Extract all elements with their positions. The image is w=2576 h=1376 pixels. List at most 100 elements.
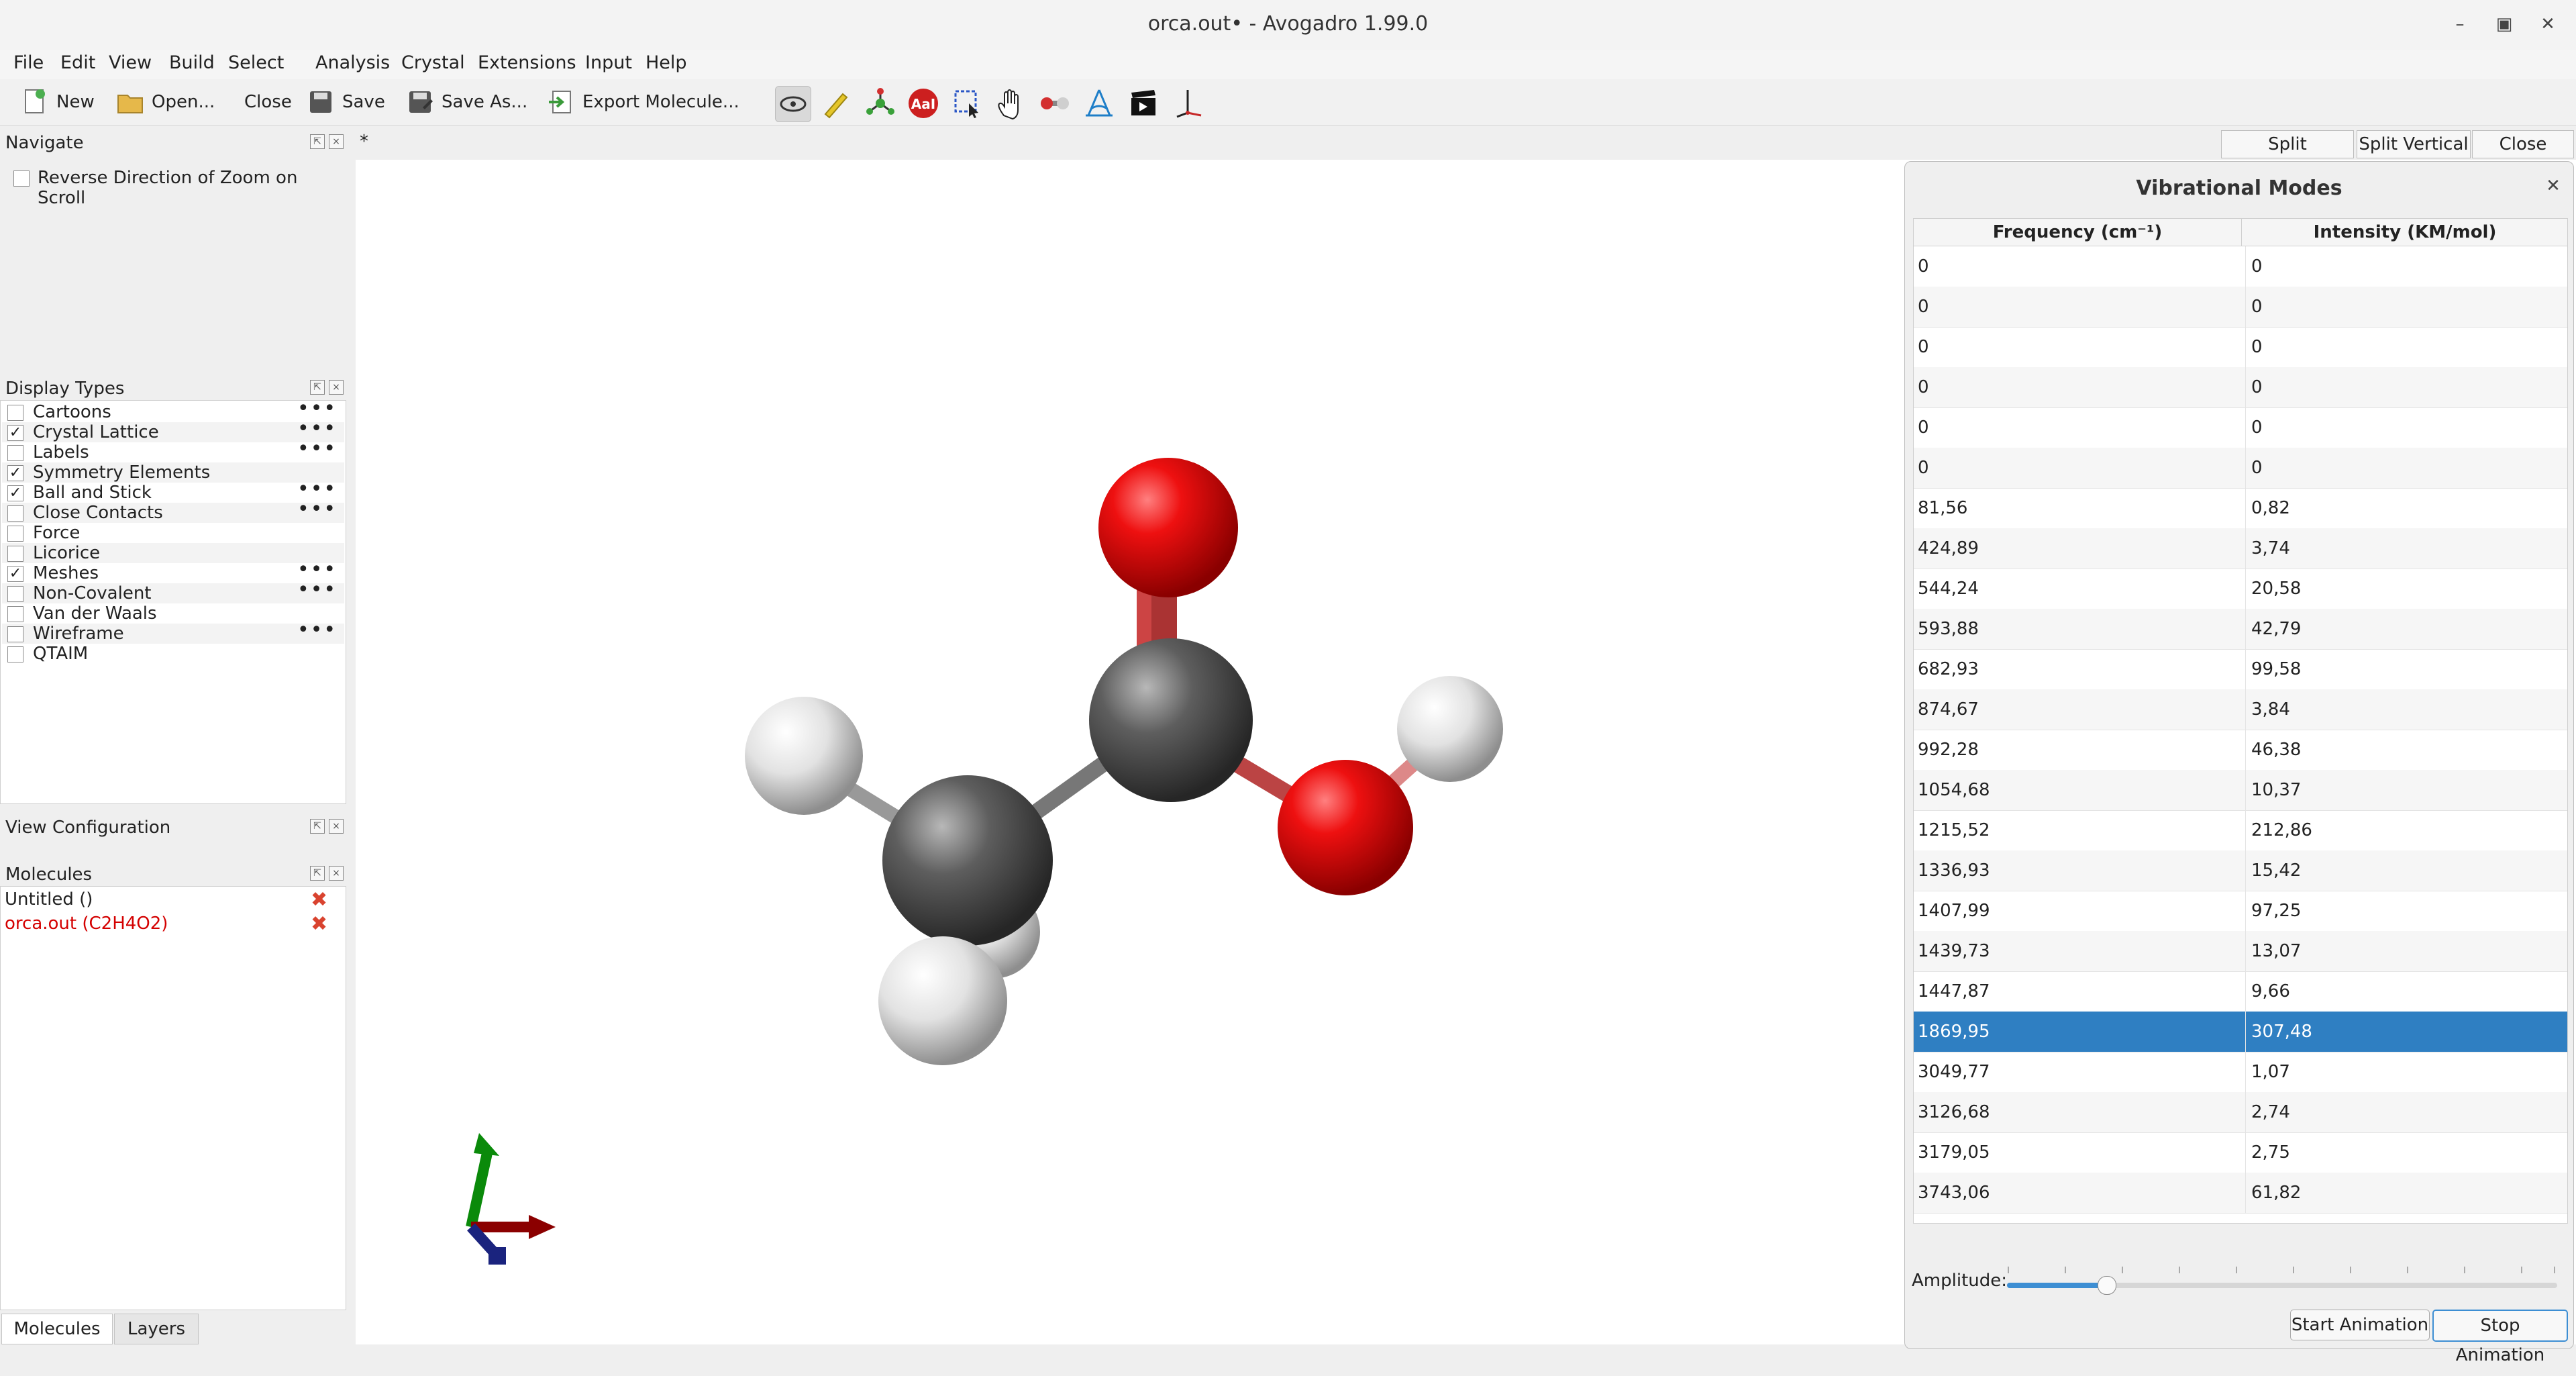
save-as-button[interactable]: Save As... <box>405 85 527 119</box>
display-type-checkbox[interactable]: ✓ <box>7 465 23 481</box>
column-header-frequency[interactable]: Frequency (cm⁻¹) <box>1914 219 2241 246</box>
new-button[interactable]: New <box>20 85 95 119</box>
atom-oxygen[interactable] <box>1098 458 1238 597</box>
table-row[interactable]: 3743,06 61,82 <box>1914 1173 2567 1214</box>
display-type-checkbox[interactable]: ✓ <box>7 485 23 501</box>
remove-molecule-icon[interactable]: ✖ <box>311 912 327 936</box>
template-tool[interactable] <box>863 86 898 121</box>
molecule-item-active[interactable]: orca.out (C2H4O2) ✖ <box>5 912 340 936</box>
float-dock-icon[interactable]: ⇱ <box>310 819 325 834</box>
menu-file[interactable]: File <box>13 52 44 73</box>
display-type-row[interactable]: Wireframe ••• <box>2 618 344 644</box>
animation-tool[interactable] <box>1126 86 1161 121</box>
table-row[interactable]: 1336,93 15,42 <box>1914 850 2567 891</box>
molecule-item[interactable]: Untitled () ✖ <box>5 888 340 912</box>
float-dock-icon[interactable]: ⇱ <box>310 134 325 149</box>
split-vertical-button[interactable]: Split Vertical <box>2357 130 2471 158</box>
table-row[interactable]: 00 <box>1914 367 2567 408</box>
atom-carbon[interactable] <box>882 775 1053 946</box>
close-dialog-icon[interactable]: ✕ <box>2542 175 2564 197</box>
settings-dots-icon[interactable]: ••• <box>297 618 337 642</box>
open-button[interactable]: Open... <box>115 85 215 119</box>
start-animation-button[interactable]: Start Animation <box>2290 1310 2430 1340</box>
display-type-row[interactable]: Cartoons ••• <box>2 397 344 422</box>
settings-dots-icon[interactable]: ••• <box>297 578 337 601</box>
table-row[interactable]: 00 <box>1914 287 2567 328</box>
table-row[interactable]: 00 <box>1914 448 2567 489</box>
display-type-row[interactable]: QTAIM <box>2 644 344 664</box>
close-button[interactable]: Close <box>244 85 292 119</box>
float-dock-icon[interactable]: ⇱ <box>310 380 325 395</box>
draw-tool[interactable] <box>819 86 854 121</box>
display-type-checkbox[interactable] <box>7 526 23 542</box>
display-type-row[interactable]: Labels ••• <box>2 437 344 462</box>
table-row[interactable]: 00 <box>1914 246 2567 287</box>
display-type-row[interactable]: Force <box>2 523 344 543</box>
tab-layers[interactable]: Layers <box>114 1314 199 1344</box>
display-type-row[interactable]: ✓ Crystal Lattice ••• <box>2 417 344 442</box>
viewport-tab-marker[interactable]: * <box>360 132 368 152</box>
table-row[interactable]: 3049,77 1,07 <box>1914 1052 2567 1093</box>
table-row[interactable]: 682,93 99,58 <box>1914 649 2567 690</box>
display-type-checkbox[interactable] <box>7 626 23 642</box>
table-row[interactable]: 544,24 20,58 <box>1914 569 2567 609</box>
settings-dots-icon[interactable]: ••• <box>297 497 337 521</box>
stop-animation-button[interactable]: Stop Animation <box>2432 1310 2568 1365</box>
close-dock-icon[interactable]: × <box>329 819 344 834</box>
float-dock-icon[interactable]: ⇱ <box>310 866 325 881</box>
menu-select[interactable]: Select <box>228 52 284 73</box>
menu-extensions[interactable]: Extensions <box>478 52 576 73</box>
display-type-checkbox[interactable] <box>7 405 23 421</box>
menu-input[interactable]: Input <box>585 52 632 73</box>
display-type-row[interactable]: Licorice <box>2 543 344 563</box>
display-type-checkbox[interactable] <box>7 546 23 562</box>
measure-tool[interactable] <box>1082 86 1117 121</box>
menu-view[interactable]: View <box>109 52 152 73</box>
display-type-checkbox[interactable]: ✓ <box>7 425 23 441</box>
display-type-row[interactable]: ✓ Ball and Stick ••• <box>2 477 344 503</box>
table-row[interactable]: 593,88 42,79 <box>1914 609 2567 650</box>
settings-dots-icon[interactable]: ••• <box>297 437 337 460</box>
table-row[interactable]: 1215,52 212,86 <box>1914 810 2567 851</box>
save-button[interactable]: Save <box>306 85 385 119</box>
display-type-row[interactable]: ✓ Meshes ••• <box>2 558 344 583</box>
table-row[interactable]: 81,56 0,82 <box>1914 488 2567 529</box>
display-type-checkbox[interactable]: ✓ <box>7 566 23 582</box>
split-horizontal-button[interactable]: Split Horizontal <box>2221 130 2354 181</box>
menu-edit[interactable]: Edit <box>60 52 95 73</box>
menu-help[interactable]: Help <box>646 52 687 73</box>
atom-hydrogen[interactable] <box>745 697 863 815</box>
minimize-icon[interactable]: – <box>2445 9 2475 39</box>
table-row[interactable]: 3126,68 2,74 <box>1914 1092 2567 1133</box>
table-row[interactable]: 00 <box>1914 407 2567 448</box>
atom-oxygen[interactable] <box>1278 760 1413 895</box>
close-view-button[interactable]: Close <box>2472 130 2574 158</box>
atom-carbon[interactable] <box>1089 638 1253 802</box>
atom-hydrogen[interactable] <box>878 936 1007 1065</box>
tab-molecules[interactable]: Molecules <box>1 1314 113 1344</box>
menu-analysis[interactable]: Analysis <box>315 52 390 73</box>
export-molecule-button[interactable]: Export Molecule... <box>546 85 739 119</box>
select-tool[interactable] <box>950 86 985 121</box>
table-row[interactable]: 3179,05 2,75 <box>1914 1132 2567 1173</box>
close-window-icon[interactable]: ✕ <box>2533 9 2563 39</box>
atom-hydrogen[interactable] <box>1397 676 1503 782</box>
display-type-checkbox[interactable] <box>7 445 23 461</box>
display-type-checkbox[interactable] <box>7 606 23 622</box>
align-tool[interactable] <box>1170 86 1205 121</box>
menu-crystal[interactable]: Crystal <box>401 52 465 73</box>
display-type-checkbox[interactable] <box>7 586 23 602</box>
display-type-row[interactable]: Non-Covalent ••• <box>2 578 344 603</box>
column-header-intensity[interactable]: Intensity (KM/mol) <box>2241 219 2567 246</box>
table-row[interactable]: 00 <box>1914 327 2567 368</box>
manipulate-tool[interactable] <box>993 86 1028 121</box>
display-type-row[interactable]: Close Contacts ••• <box>2 497 344 523</box>
table-row[interactable]: 424,89 3,74 <box>1914 528 2567 569</box>
amplitude-slider-handle[interactable] <box>2097 1276 2116 1295</box>
close-dock-icon[interactable]: × <box>329 866 344 881</box>
navigate-tool[interactable] <box>775 86 811 122</box>
label-tool[interactable]: AaI <box>906 86 941 121</box>
bond-centric-tool[interactable] <box>1037 86 1072 121</box>
table-row[interactable]: 1439,73 13,07 <box>1914 931 2567 972</box>
remove-molecule-icon[interactable]: ✖ <box>311 888 327 912</box>
